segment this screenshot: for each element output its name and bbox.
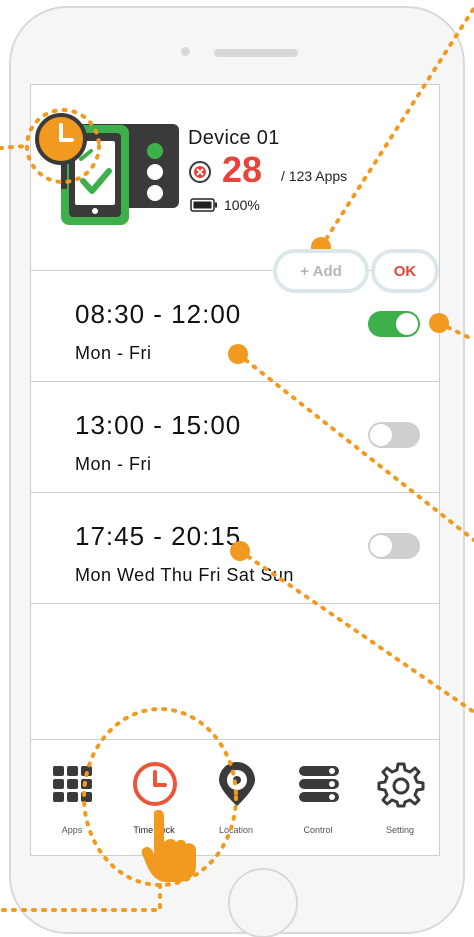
toggle-knob: [370, 424, 392, 446]
schedule-time: 13:00 - 15:00: [75, 410, 242, 440]
front-camera: [181, 47, 190, 56]
schedule-days: Mon Wed Thu Fri Sat Sun: [75, 565, 294, 585]
tab-label: Apps: [61, 825, 83, 835]
toggle-knob: [370, 535, 392, 557]
add-schedule-button[interactable]: + Add: [273, 249, 369, 293]
tab-setting[interactable]: Setting: [359, 740, 439, 855]
tab-label: Setting: [385, 825, 415, 835]
clock-icon: [133, 762, 177, 806]
tab-label: Location: [218, 825, 254, 835]
control-list-icon: [299, 766, 339, 802]
home-button[interactable]: [228, 868, 298, 937]
total-apps-count: / 123 Apps: [281, 168, 348, 184]
tab-apps[interactable]: Apps: [31, 740, 113, 855]
ok-button[interactable]: OK: [371, 249, 439, 293]
schedule-toggle[interactable]: [368, 311, 420, 337]
blocked-x-icon: [189, 161, 211, 183]
schedule-days: Mon - Fri: [75, 454, 152, 474]
bottom-tab-bar: Apps Time Lock Location Control Setting: [31, 739, 439, 855]
schedule-time: 17:45 - 20:15: [75, 521, 242, 551]
gear-icon: [377, 762, 425, 808]
schedule-toggle[interactable]: [368, 422, 420, 448]
device-header: Device 01 28 / 123 Apps 100%: [31, 85, 439, 271]
device-name: Device 01: [188, 127, 280, 149]
tab-time-lock[interactable]: Time Lock: [113, 740, 195, 855]
toggle-knob: [396, 313, 418, 335]
battery-icon: [190, 198, 217, 212]
schedule-toggle[interactable]: [368, 533, 420, 559]
speaker-grille: [214, 49, 298, 57]
apps-grid-icon: [53, 766, 92, 802]
tab-control[interactable]: Control: [277, 740, 359, 855]
blocked-apps-count: 28: [222, 149, 263, 190]
device-clock-icon: [35, 113, 179, 225]
schedule-row[interactable]: 13:00 - 15:00 Mon - Fri: [31, 382, 439, 493]
battery-level: 100%: [224, 197, 260, 213]
schedule-days: Mon - Fri: [75, 343, 152, 363]
schedule-row[interactable]: 17:45 - 20:15 Mon Wed Thu Fri Sat Sun: [31, 493, 439, 604]
location-pin-icon: [219, 762, 255, 806]
tab-label: Time Lock: [133, 825, 175, 835]
tab-label: Control: [303, 825, 333, 835]
schedule-time: 08:30 - 12:00: [75, 299, 242, 329]
tab-location[interactable]: Location: [195, 740, 277, 855]
app-screen: Device 01 28 / 123 Apps 100% + Add OK 08…: [30, 84, 440, 856]
